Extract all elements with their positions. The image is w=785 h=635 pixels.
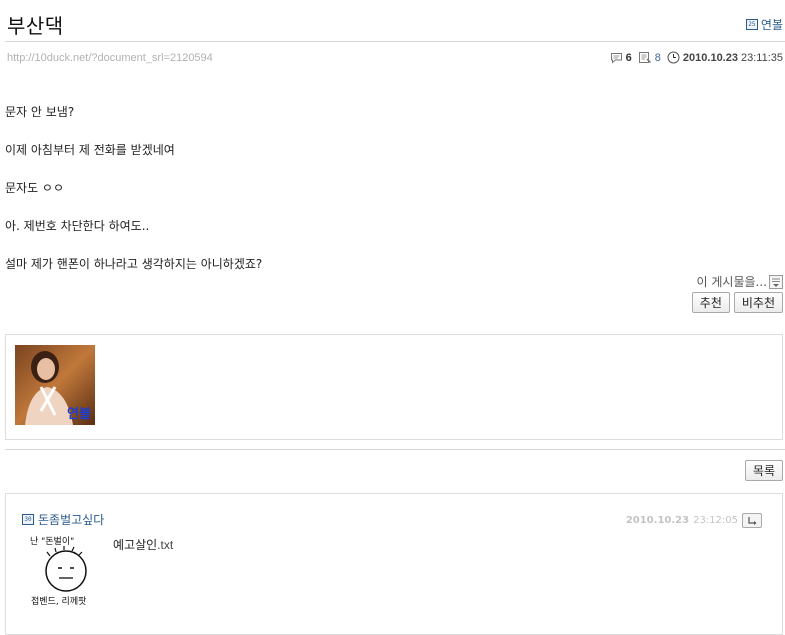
post-line: 이제 아침부터 제 전화를 받겠네여 xyxy=(5,143,175,157)
comment-author[interactable]: 30 돈좀벌고싶다 xyxy=(22,511,104,528)
signature-box: 연블 xyxy=(5,334,783,440)
post-actions-menu[interactable]: 이 게시물을... xyxy=(697,273,783,290)
read-count: 8 xyxy=(638,51,661,64)
comment-body-ext: .txt xyxy=(157,538,174,552)
list-button-wrap: 목록 xyxy=(744,460,783,481)
document-icon xyxy=(638,52,651,64)
dropdown-menu-icon[interactable] xyxy=(769,274,783,289)
post-line: 문자도 ㅇㅇ xyxy=(5,181,65,195)
post-datetime: 2010.10.23 23:11:35 xyxy=(667,51,783,64)
post-line: 아. 제번호 차단한다 하여도.. xyxy=(5,219,150,233)
level-badge-icon: 25 xyxy=(745,19,758,30)
clock-icon xyxy=(667,51,680,64)
post-title: 부산댁 xyxy=(7,14,64,38)
comment-author-name[interactable]: 돈좀벌고싶다 xyxy=(38,511,104,528)
comment-item: 30 돈좀벌고싶다 2010.10.23 23:12:05 난 "돈벌이" 접벤… xyxy=(5,493,783,635)
post-meta: 6 8 2010.10.23 23:11:35 xyxy=(610,51,783,64)
unrecommend-button[interactable]: 비추천 xyxy=(733,292,783,313)
comment-time: 23:12:05 xyxy=(693,515,738,526)
comment-author-signature-image: 난 "돈벌이" 접벤드, 리께팟 xyxy=(26,532,106,612)
post-time: 23:11:35 xyxy=(740,51,783,64)
reply-icon[interactable] xyxy=(742,513,762,528)
post-line: 문자 안 보냄? xyxy=(5,105,75,119)
post-actions-label[interactable]: 이 게시물을... xyxy=(697,273,767,290)
comment-bubble-icon xyxy=(610,52,622,64)
post-author[interactable]: 25 연볼 xyxy=(745,16,783,33)
comment-meta: 2010.10.23 23:12:05 xyxy=(626,513,762,528)
post-line: 설마 제가 핸폰이 하나라고 생각하지는 아니하겠죠? xyxy=(5,257,263,271)
comment-text: 예고살인.txt xyxy=(113,536,173,553)
drawing-caption-bottom: 접벤드, 리께팟 xyxy=(31,595,86,607)
post-body: 문자 안 보냄? 이제 아침부터 제 전화를 받겠네여 문자도 ㅇㅇ 아. 제번… xyxy=(5,103,262,293)
recommend-button[interactable]: 추천 xyxy=(691,292,730,313)
signature-image: 연블 xyxy=(15,345,95,425)
vote-buttons: 추천 비추천 xyxy=(691,292,783,313)
post-date: 2010.10.23 xyxy=(682,51,738,64)
signature-overlay-text: 연블 xyxy=(67,407,91,422)
comment-count: 6 xyxy=(610,52,632,64)
post-permalink[interactable]: http://10duck.net/?document_srl=2120594 xyxy=(7,52,213,64)
drawing-caption-top: 난 "돈벌이" xyxy=(30,536,74,547)
level-badge-icon: 30 xyxy=(22,514,34,525)
post-author-name[interactable]: 연볼 xyxy=(761,16,783,33)
divider xyxy=(5,41,785,42)
divider xyxy=(5,449,785,450)
comment-body: 예고살인 xyxy=(113,538,158,552)
read-count-value: 8 xyxy=(654,51,661,64)
list-button[interactable]: 목록 xyxy=(744,460,783,481)
comment-count-value: 6 xyxy=(625,51,632,64)
comment-date: 2010.10.23 xyxy=(625,515,690,526)
